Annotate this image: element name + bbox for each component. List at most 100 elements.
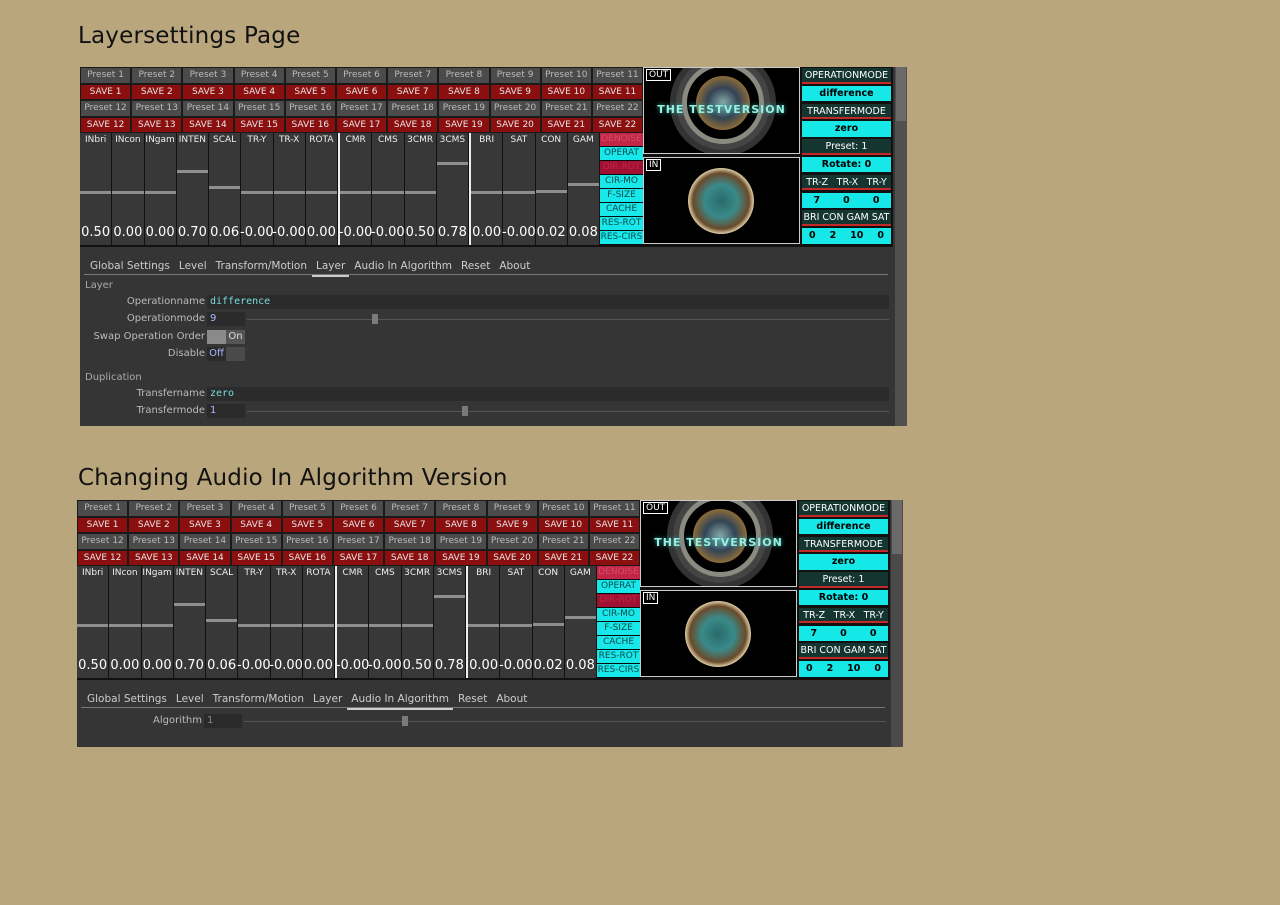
preset-button[interactable]: Preset 22: [588, 533, 641, 550]
operationmode-slider-track[interactable]: [247, 319, 889, 320]
save-button[interactable]: SAVE 15: [230, 549, 282, 566]
mode-button-cir-mo[interactable]: CIR-MO: [600, 175, 643, 189]
save-button[interactable]: SAVE 22: [591, 116, 644, 133]
scrollbar[interactable]: [895, 67, 907, 426]
tab-layer[interactable]: Layer: [312, 259, 350, 277]
fader-sat[interactable]: SAT -0.00: [502, 133, 536, 245]
save-button[interactable]: SAVE 13: [128, 549, 180, 566]
save-button[interactable]: SAVE 11: [591, 83, 644, 100]
tab-about[interactable]: About: [495, 259, 534, 274]
fader-handle[interactable]: [500, 624, 532, 627]
preset-button[interactable]: Preset 10: [540, 67, 592, 84]
preset-button[interactable]: Preset 3: [182, 67, 234, 84]
preset-button[interactable]: Preset 18: [384, 533, 436, 550]
fader-handle[interactable]: [144, 191, 176, 194]
tab-about[interactable]: About: [492, 692, 531, 707]
preset-button[interactable]: Preset 2: [131, 67, 183, 84]
preset-button[interactable]: Preset 13: [128, 533, 180, 550]
save-button[interactable]: SAVE 7: [387, 83, 439, 100]
mode-button-res-cirs[interactable]: RES-CIRS: [597, 664, 640, 678]
fader-handle[interactable]: [471, 191, 503, 194]
preset-button[interactable]: Preset 4: [230, 500, 282, 517]
algorithm-slider-track[interactable]: [244, 721, 886, 722]
save-button[interactable]: SAVE 22: [588, 549, 641, 566]
save-button[interactable]: SAVE 2: [128, 516, 180, 533]
fader-gam[interactable]: GAM 0.08: [567, 133, 600, 245]
fader-con[interactable]: CON 0.02: [535, 133, 568, 245]
tab-global-settings[interactable]: Global Settings: [86, 259, 174, 274]
save-button[interactable]: SAVE 17: [332, 549, 385, 566]
fader-handle[interactable]: [337, 624, 369, 627]
save-button[interactable]: SAVE 6: [335, 83, 388, 100]
algorithm-number[interactable]: 1: [204, 714, 242, 728]
mode-button-dir-rot[interactable]: DIR-ROT: [600, 161, 643, 175]
fader-scal[interactable]: SCAL 0.06: [209, 133, 242, 245]
save-button[interactable]: SAVE 8: [438, 83, 490, 100]
fader-handle[interactable]: [270, 624, 302, 627]
save-button[interactable]: SAVE 18: [387, 116, 439, 133]
fader-tr-y[interactable]: TR-Y -0.00: [237, 566, 271, 678]
fader-rota[interactable]: ROTA 0.00: [302, 566, 335, 678]
mode-button-operat[interactable]: OPERAT: [597, 580, 640, 594]
tab-transform-motion[interactable]: Transform/Motion: [212, 259, 311, 274]
fader-tr-y[interactable]: TR-Y -0.00: [240, 133, 274, 245]
mode-button-operat[interactable]: OPERAT: [600, 147, 643, 161]
fader-3cms[interactable]: 3CMS 0.78: [436, 133, 469, 245]
preset-button[interactable]: Preset 1: [80, 67, 132, 84]
fader-inbri[interactable]: INbri 0.50: [80, 133, 113, 245]
fader-cms[interactable]: CMS -0.00: [371, 133, 405, 245]
mode-button-res-rot[interactable]: RES-ROT: [597, 650, 640, 664]
fader-handle[interactable]: [404, 191, 436, 194]
preset-button[interactable]: Preset 3: [179, 500, 231, 517]
preset-button[interactable]: Preset 6: [335, 67, 388, 84]
save-button[interactable]: SAVE 19: [438, 116, 490, 133]
fader-handle[interactable]: [209, 186, 241, 189]
save-button[interactable]: SAVE 4: [230, 516, 282, 533]
preset-button[interactable]: Preset 7: [387, 67, 439, 84]
fader-handle[interactable]: [80, 191, 112, 194]
preset-button[interactable]: Preset 9: [486, 500, 538, 517]
mode-button-cache[interactable]: CACHE: [597, 636, 640, 650]
fader-ingam[interactable]: INgam 0.00: [141, 566, 174, 678]
fader-handle[interactable]: [340, 191, 372, 194]
fader-sat[interactable]: SAT -0.00: [499, 566, 533, 678]
preset-button[interactable]: Preset 19: [438, 100, 490, 117]
swap-operation-toggle[interactable]: On: [207, 330, 245, 344]
preset-button[interactable]: Preset 21: [537, 533, 589, 550]
fader-inten[interactable]: INTEN 0.70: [176, 133, 209, 245]
save-button[interactable]: SAVE 18: [384, 549, 436, 566]
fader-inbri[interactable]: INbri 0.50: [77, 566, 110, 678]
fader-handle[interactable]: [77, 624, 109, 627]
transfermode-slider-handle[interactable]: [462, 406, 468, 416]
transfermode-number[interactable]: 1: [207, 404, 245, 418]
fader-handle[interactable]: [238, 624, 270, 627]
fader-incon[interactable]: INcon 0.00: [112, 133, 145, 245]
preset-button[interactable]: Preset 20: [486, 533, 538, 550]
fader-handle[interactable]: [173, 603, 205, 606]
save-button[interactable]: SAVE 1: [77, 516, 129, 533]
fader-handle[interactable]: [141, 624, 173, 627]
tab-reset[interactable]: Reset: [454, 692, 491, 707]
mode-button-f-size[interactable]: F-SIZE: [600, 189, 643, 203]
preset-button[interactable]: Preset 21: [540, 100, 592, 117]
save-button[interactable]: SAVE 14: [182, 116, 234, 133]
mode-button-cir-mo[interactable]: CIR-MO: [597, 608, 640, 622]
save-button[interactable]: SAVE 19: [435, 549, 487, 566]
save-button[interactable]: SAVE 6: [332, 516, 385, 533]
preset-button[interactable]: Preset 11: [588, 500, 641, 517]
fader-cms[interactable]: CMS -0.00: [368, 566, 402, 678]
tab-global-settings[interactable]: Global Settings: [83, 692, 171, 707]
fader-tr-x[interactable]: TR-X -0.00: [269, 566, 303, 678]
fader-incon[interactable]: INcon 0.00: [109, 566, 142, 678]
fader-handle[interactable]: [433, 595, 465, 598]
preset-button[interactable]: Preset 20: [489, 100, 541, 117]
fader-3cmr[interactable]: 3CMR 0.50: [404, 133, 437, 245]
mode-button-res-rot[interactable]: RES-ROT: [600, 217, 643, 231]
preset-button[interactable]: Preset 6: [332, 500, 385, 517]
mode-button-res-cirs[interactable]: RES-CIRS: [600, 231, 643, 245]
fader-rota[interactable]: ROTA 0.00: [305, 133, 338, 245]
preset-button[interactable]: Preset 17: [335, 100, 388, 117]
fader-ingam[interactable]: INgam 0.00: [144, 133, 177, 245]
tab-transform-motion[interactable]: Transform/Motion: [209, 692, 308, 707]
preset-button[interactable]: Preset 8: [435, 500, 487, 517]
